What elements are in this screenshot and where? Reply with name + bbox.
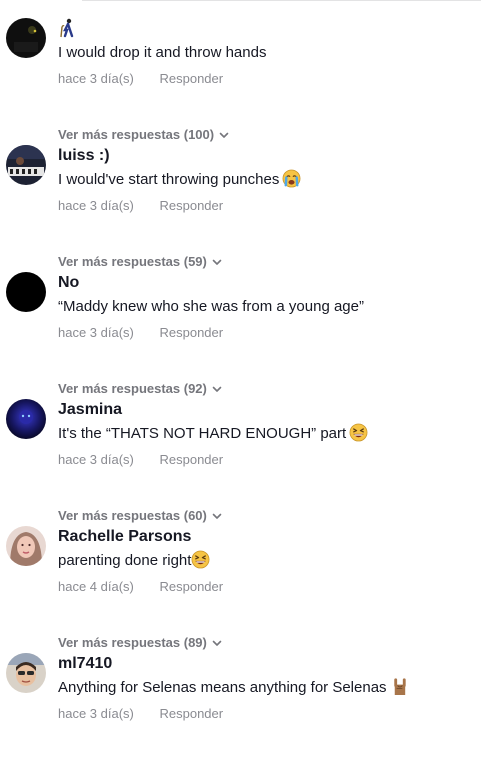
comment-item: I would drop it and throw hands hace 3 d…: [0, 18, 481, 145]
reply-button[interactable]: Responder: [160, 70, 224, 88]
reply-button[interactable]: Responder: [160, 705, 224, 723]
comment-text: Anything for Selenas means anything for …: [58, 677, 471, 699]
comment-item: No “Maddy knew who she was from a young …: [0, 272, 481, 399]
avatar[interactable]: [6, 272, 46, 312]
comment-item: luiss :) I would've start throwing punch…: [0, 145, 481, 272]
avatar[interactable]: [6, 399, 46, 439]
timestamp: hace 3 día(s): [58, 325, 134, 340]
grinning-squinting-face-icon: [349, 423, 368, 442]
timestamp: hace 4 día(s): [58, 579, 134, 594]
view-more-replies-button[interactable]: Ver más respuestas (59): [58, 253, 223, 271]
comment-text: I would drop it and throw hands: [58, 44, 267, 61]
comment-meta: hace 3 día(s) Responder: [58, 324, 471, 342]
reply-button[interactable]: Responder: [160, 197, 224, 215]
comment-text: It's the “THATS NOT HARD ENOUGH” part: [58, 423, 471, 445]
chevron-down-icon: [212, 386, 222, 392]
avatar[interactable]: [6, 18, 46, 58]
comment-text: “Maddy knew who she was from a young age…: [58, 298, 364, 315]
timestamp: hace 3 día(s): [58, 71, 134, 86]
username[interactable]: luiss :): [58, 145, 471, 167]
username[interactable]: No: [58, 272, 471, 294]
timestamp: hace 3 día(s): [58, 198, 134, 213]
reply-button[interactable]: Responder: [160, 451, 224, 469]
avatar[interactable]: [6, 653, 46, 693]
avatar[interactable]: [6, 526, 46, 566]
view-more-replies-button[interactable]: Ver más respuestas (89): [58, 634, 223, 652]
crying-face-icon: [282, 169, 301, 188]
username[interactable]: Rachelle Parsons: [58, 526, 471, 548]
chevron-down-icon: [219, 132, 229, 138]
view-more-replies-button[interactable]: Ver más respuestas (60): [58, 507, 223, 525]
username[interactable]: [58, 18, 471, 40]
comment-meta: hace 3 día(s) Responder: [58, 70, 471, 88]
comment-text: I would've start throwing punches: [58, 169, 471, 191]
username[interactable]: Jasmina: [58, 399, 471, 421]
chevron-down-icon: [212, 259, 222, 265]
chevron-down-icon: [212, 640, 222, 646]
comment-meta: hace 3 día(s) Responder: [58, 451, 471, 469]
person-with-cane-icon: [60, 18, 74, 38]
comment-meta: hace 3 día(s) Responder: [58, 197, 471, 215]
view-more-replies-button[interactable]: Ver más respuestas (92): [58, 380, 223, 398]
comment-meta: hace 4 día(s) Responder: [58, 578, 471, 596]
username[interactable]: ml7410: [58, 653, 471, 675]
top-divider: [82, 0, 481, 1]
comment-item: ml7410 Anything for Selenas means anythi…: [0, 653, 481, 780]
timestamp: hace 3 día(s): [58, 452, 134, 467]
avatar[interactable]: [6, 145, 46, 185]
reply-button[interactable]: Responder: [160, 578, 224, 596]
view-more-replies-button[interactable]: Ver más respuestas (100): [58, 126, 230, 144]
comment-item: Jasmina It's the “THATS NOT HARD ENOUGH”…: [0, 399, 481, 526]
comment-meta: hace 3 día(s) Responder: [58, 705, 471, 723]
grinning-squinting-face-icon: [192, 550, 210, 569]
chevron-down-icon: [212, 513, 222, 519]
comment-text: parenting done right: [58, 550, 471, 572]
comment-item: Rachelle Parsons parenting done right ha…: [0, 526, 481, 653]
reply-button[interactable]: Responder: [160, 324, 224, 342]
sign-of-horns-icon: [393, 678, 406, 696]
timestamp: hace 3 día(s): [58, 706, 134, 721]
